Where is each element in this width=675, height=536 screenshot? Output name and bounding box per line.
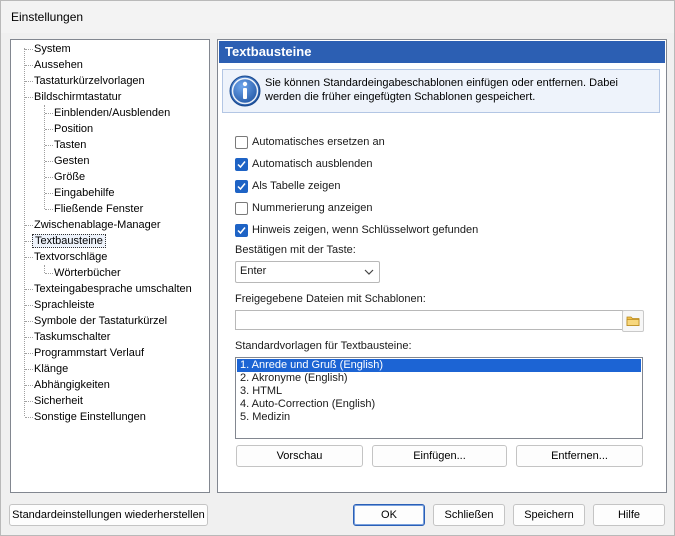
tree-item-symbole[interactable]: Symbole der Tastaturkürzel xyxy=(32,313,169,329)
templates-list[interactable]: 1. Anrede und Gruß (English) 2. Akronyme… xyxy=(235,357,643,439)
checkbox-label: Hinweis zeigen, wenn Schlüsselwort gefun… xyxy=(252,224,479,236)
settings-tree[interactable]: System Aussehen Tastaturkürzelvorlagen B… xyxy=(10,39,210,493)
close-button[interactable]: Schließen xyxy=(433,504,505,526)
checkbox-box[interactable] xyxy=(235,224,248,237)
list-item-anrede[interactable]: 1. Anrede und Gruß (English) xyxy=(237,359,641,372)
panel-header: Textbausteine xyxy=(219,41,665,63)
tree-item-tastaturkuerzelvorlagen[interactable]: Tastaturkürzelvorlagen xyxy=(32,73,147,89)
save-button[interactable]: Speichern xyxy=(513,504,585,526)
window-title: Einstellungen xyxy=(11,10,84,24)
remove-button[interactable]: Entfernen... xyxy=(516,445,643,467)
checkbox-label: Automatisch ausblenden xyxy=(252,158,373,170)
tree-item-zwischenablage-manager[interactable]: Zwischenablage-Manager xyxy=(32,217,163,233)
tree-item-sicherheit[interactable]: Sicherheit xyxy=(32,393,85,409)
chevron-down-icon xyxy=(364,267,374,279)
tree-item-aussehen[interactable]: Aussehen xyxy=(32,57,85,73)
tree-item-sonstige[interactable]: Sonstige Einstellungen xyxy=(32,409,148,425)
tree-item-groesse[interactable]: Größe xyxy=(52,169,87,185)
tree-item-eingabehilfe[interactable]: Eingabehilfe xyxy=(52,185,117,201)
info-icon xyxy=(229,75,261,107)
tree-item-sprachleiste[interactable]: Sprachleiste xyxy=(32,297,97,313)
checkbox-label: Automatisches ersetzen an xyxy=(252,136,385,148)
help-button[interactable]: Hilfe xyxy=(593,504,665,526)
tree-item-einblenden-ausblenden[interactable]: Einblenden/Ausblenden xyxy=(52,105,172,121)
list-item-auto-correction[interactable]: 4. Auto-Correction (English) xyxy=(237,398,641,411)
info-text: Sie können Standardeingabeschablonen ein… xyxy=(265,77,618,103)
tree-item-taskumschalter[interactable]: Taskumschalter xyxy=(32,329,112,345)
checkbox-label: Nummerierung anzeigen xyxy=(252,202,373,214)
checkbox-box[interactable] xyxy=(235,180,248,193)
insert-button[interactable]: Einfügen... xyxy=(372,445,507,467)
confirm-key-label: Bestätigen mit der Taste: xyxy=(235,244,356,256)
tree-item-fliessende-fenster[interactable]: Fließende Fenster xyxy=(52,201,145,217)
confirm-key-value: Enter xyxy=(240,265,267,277)
settings-window: Einstellungen System Aussehen Tastaturkü… xyxy=(0,0,675,536)
info-box: Sie können Standardeingabeschablonen ein… xyxy=(222,69,660,113)
tree-item-programmstart-verlauf[interactable]: Programmstart Verlauf xyxy=(32,345,146,361)
tree-item-abhaengigkeiten[interactable]: Abhängigkeiten xyxy=(32,377,112,393)
tree-item-texteingabesprache[interactable]: Texteingabesprache umschalten xyxy=(32,281,194,297)
restore-defaults-button[interactable]: Standardeinstellungen wiederherstellen xyxy=(9,504,208,526)
preview-button[interactable]: Vorschau xyxy=(236,445,363,467)
tree-item-gesten[interactable]: Gesten xyxy=(52,153,91,169)
shared-files-field[interactable] xyxy=(235,310,623,330)
tree-item-woerterbuecher[interactable]: Wörterbücher xyxy=(52,265,123,281)
tree-item-tasten[interactable]: Tasten xyxy=(52,137,88,153)
browse-folder-button[interactable] xyxy=(622,310,644,332)
tree-item-bildschirmtastatur[interactable]: Bildschirmtastatur xyxy=(32,89,123,105)
list-item-medizin[interactable]: 5. Medizin xyxy=(237,411,641,424)
checkbox-label: Als Tabelle zeigen xyxy=(252,180,341,192)
tree-item-klaenge[interactable]: Klänge xyxy=(32,361,70,377)
title-bar: Einstellungen xyxy=(1,1,674,33)
tree-item-textbausteine[interactable]: Textbausteine xyxy=(32,233,106,249)
checkbox-box[interactable] xyxy=(235,202,248,215)
checkbox-box[interactable] xyxy=(235,136,248,149)
ok-button[interactable]: OK xyxy=(353,504,425,526)
checkbox-box[interactable] xyxy=(235,158,248,171)
tree-item-position[interactable]: Position xyxy=(52,121,95,137)
list-item-akronyme[interactable]: 2. Akronyme (English) xyxy=(237,372,641,385)
tree-item-textvorschlaege[interactable]: Textvorschläge xyxy=(32,249,109,265)
tree-item-system[interactable]: System xyxy=(32,41,73,57)
templates-label: Standardvorlagen für Textbausteine: xyxy=(235,340,412,352)
shared-files-label: Freigegebene Dateien mit Schablonen: xyxy=(235,293,426,305)
list-item-html[interactable]: 3. HTML xyxy=(237,385,641,398)
textbausteine-panel: Textbausteine Sie können Standardeingabe… xyxy=(217,39,667,493)
confirm-key-select[interactable]: Enter xyxy=(235,261,380,283)
